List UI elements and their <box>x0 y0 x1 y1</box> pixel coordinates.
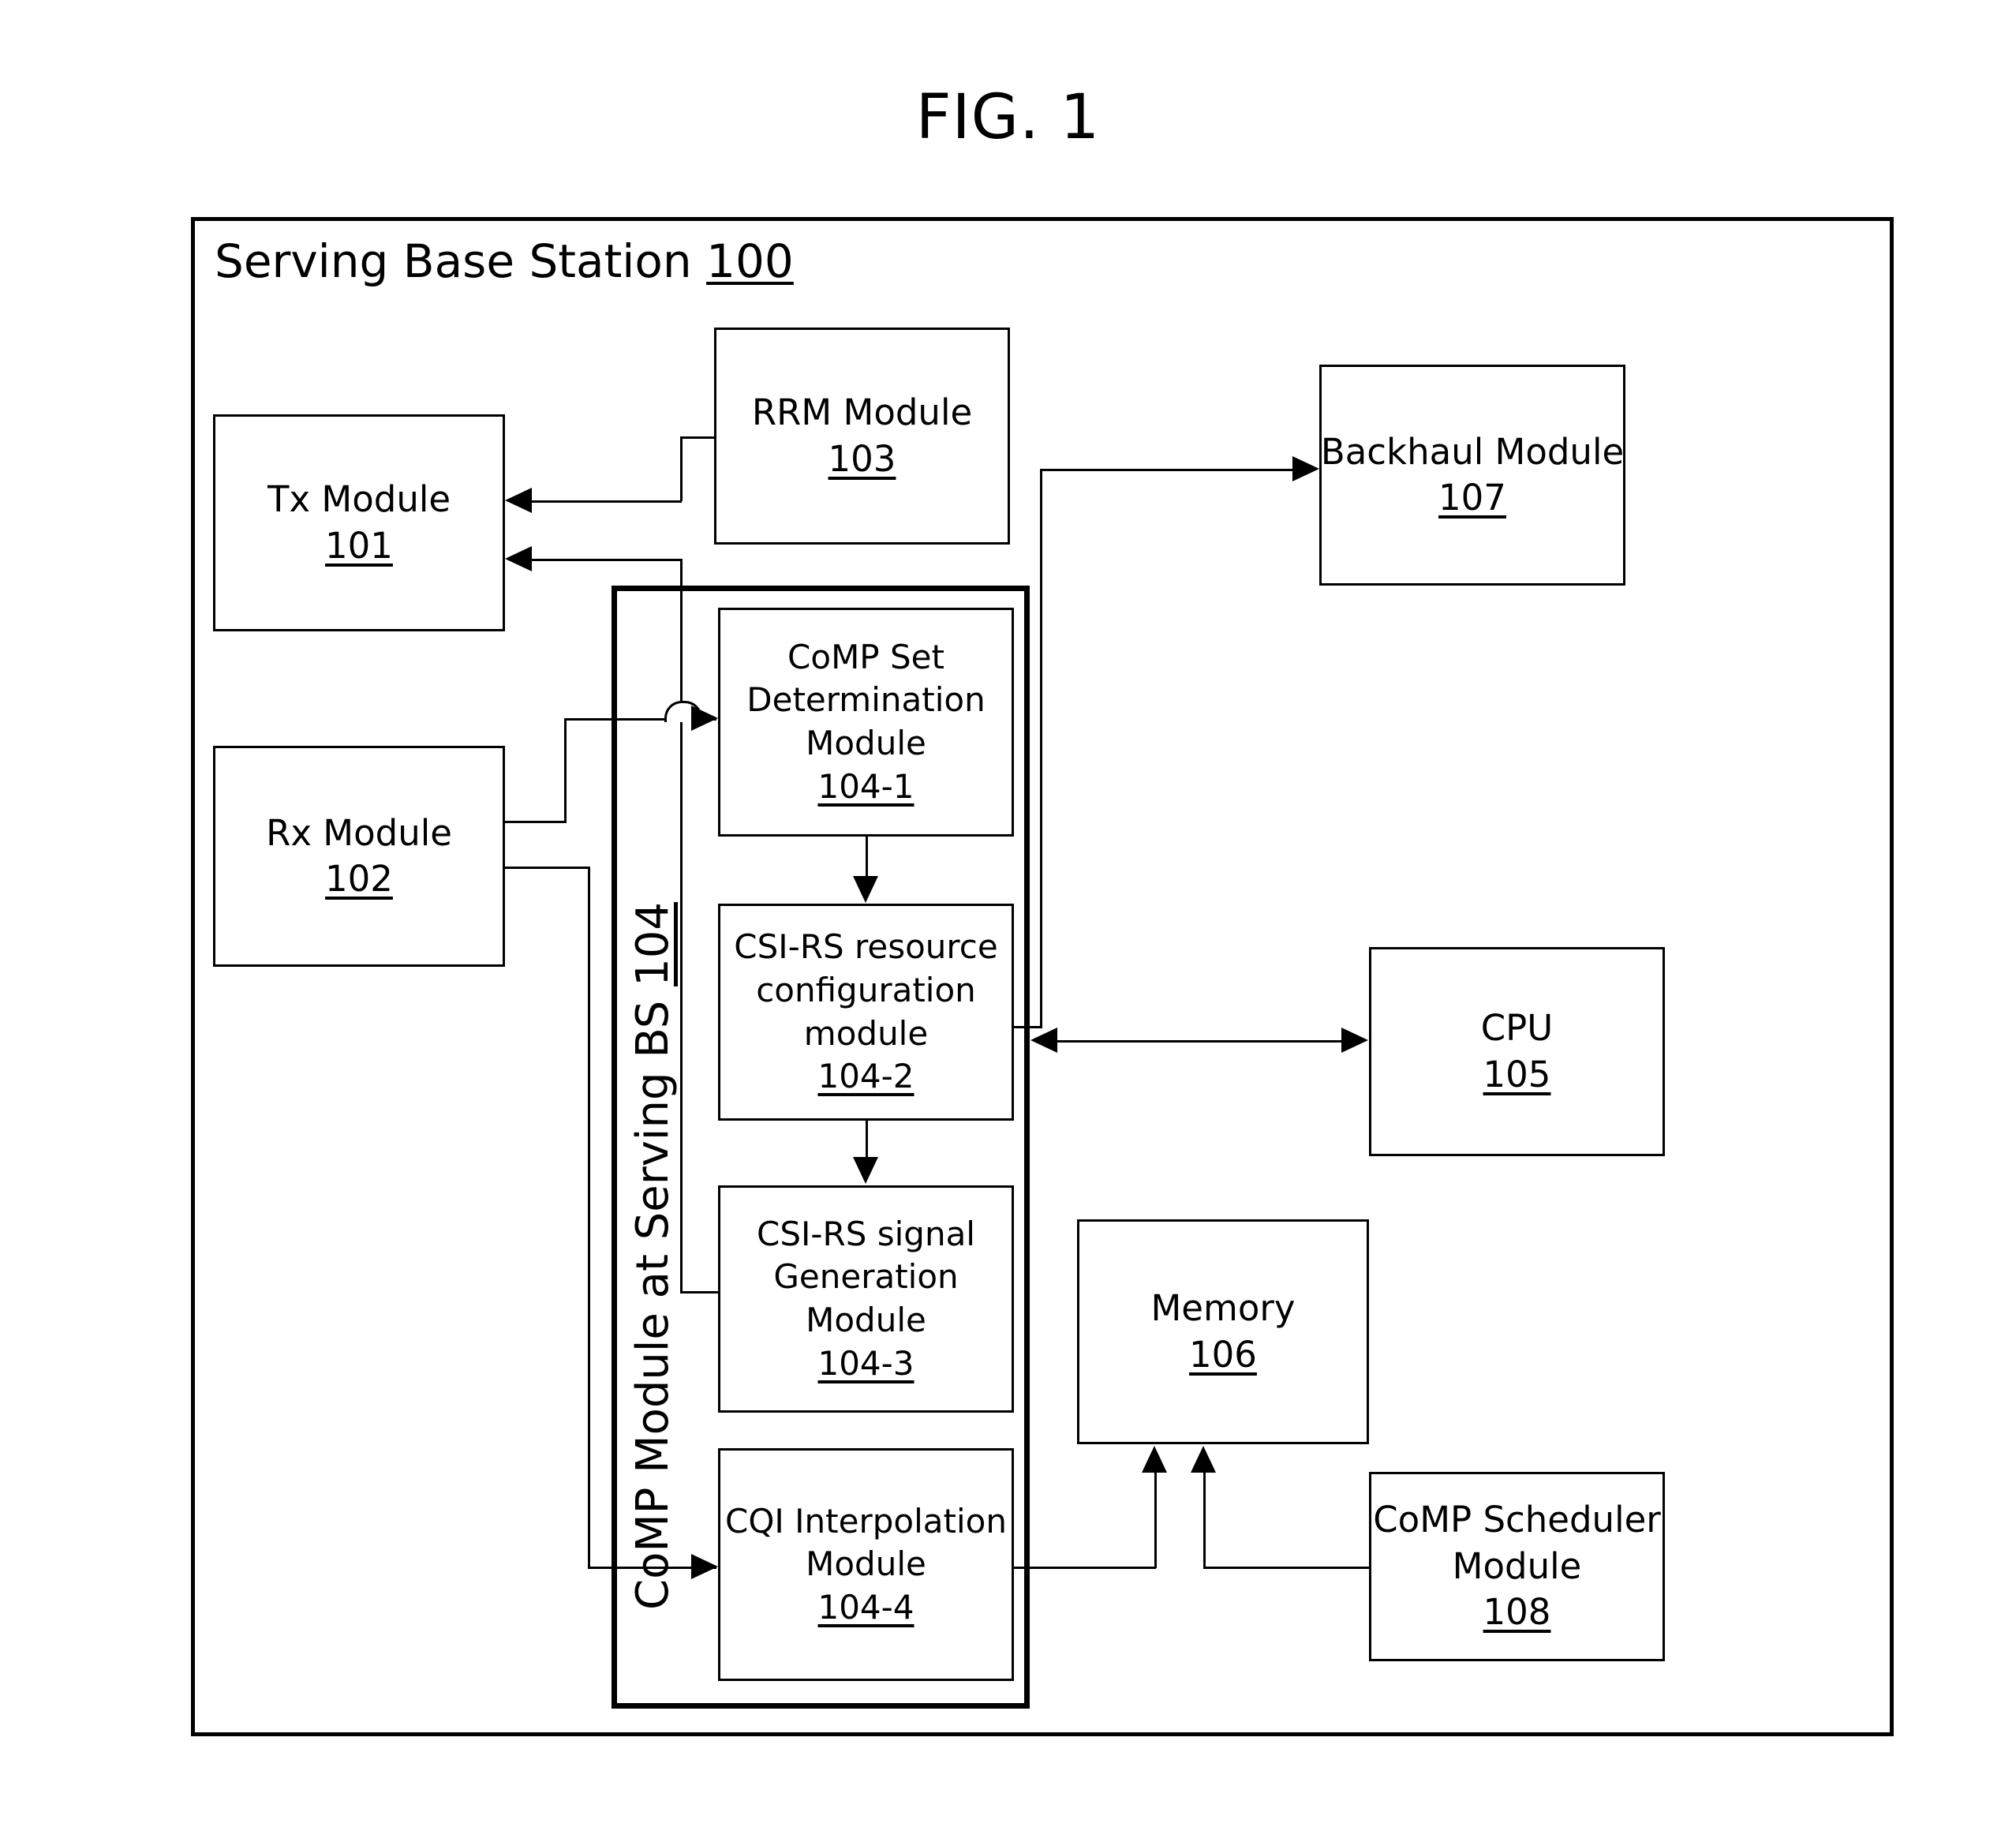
rx-module-box[interactable]: Rx Module 102 <box>213 746 505 967</box>
rx-to-comp-set-segment-h1 <box>505 821 567 823</box>
comp-set-to-csi-cfg-arrowhead <box>853 876 878 903</box>
csi-rs-signal-generation-module-box[interactable]: CSI-RS signal Generation Module 104-3 <box>718 1185 1014 1413</box>
scheduler-to-memory-arrowhead <box>1191 1446 1216 1473</box>
comp-set-to-csi-cfg-line <box>866 837 868 878</box>
comp-set-det-label-2: Determination <box>746 680 986 720</box>
figure-root: FIG. 1 Serving Base Station 100 Tx Modul… <box>0 0 2016 1842</box>
rx-module-ref: 102 <box>325 858 393 900</box>
rx-module-label: Rx Module <box>266 811 452 854</box>
csi-cfg-to-backhaul-arrowhead <box>1292 456 1319 481</box>
cqi-interp-ref: 104-4 <box>817 1587 914 1627</box>
comp-to-cpu-arrowhead-left <box>1030 1028 1057 1053</box>
sig-gen-to-tx-segment-v <box>680 559 683 1293</box>
serving-base-station-ref: 100 <box>706 234 794 288</box>
serving-base-station-label-text: Serving Base Station <box>215 234 692 288</box>
cqi-to-memory-arrowhead <box>1142 1446 1167 1473</box>
rrm-module-box[interactable]: RRM Module 103 <box>714 328 1010 545</box>
memory-ref: 106 <box>1189 1333 1257 1376</box>
csi-cfg-to-backhaul-segment-h2 <box>1040 469 1294 471</box>
comp-module-container-label-text: CoMP Module at Serving BS <box>627 1000 679 1610</box>
comp-to-cpu-arrowhead-right <box>1341 1028 1368 1053</box>
sig-gen-to-tx-segment-h2 <box>530 559 682 561</box>
memory-box[interactable]: Memory 106 <box>1077 1219 1369 1444</box>
cpu-label: CPU <box>1480 1007 1554 1049</box>
cqi-interp-label-1: CQI Interpolation <box>725 1501 1007 1541</box>
csi-cfg-to-sig-gen-line <box>866 1121 868 1159</box>
cpu-box[interactable]: CPU 105 <box>1369 947 1665 1156</box>
comp-module-container-label: CoMP Module at Serving BS 104 <box>626 679 681 1610</box>
comp-set-det-label-3: Module <box>806 724 926 762</box>
comp-scheduler-module-box[interactable]: CoMP Scheduler Module 108 <box>1369 1472 1665 1661</box>
cpu-ref: 105 <box>1483 1053 1551 1095</box>
csi-rs-res-cfg-label-2: configuration <box>756 970 976 1009</box>
comp-scheduler-label-2: Module <box>1452 1544 1582 1587</box>
csi-rs-res-cfg-label-1: CSI-RS resource <box>734 927 998 967</box>
comp-set-det-label-1: CoMP Set <box>787 637 944 676</box>
rrm-module-label: RRM Module <box>751 391 973 433</box>
cqi-interp-label-2: Module <box>806 1544 926 1584</box>
sig-gen-to-tx-arrowhead <box>505 546 532 571</box>
sig-gen-to-tx-segment-h1 <box>680 1291 720 1294</box>
figure-title: FIG. 1 <box>915 82 1101 153</box>
csi-rs-resource-configuration-module-box[interactable]: CSI-RS resource configuration module 104… <box>718 904 1014 1121</box>
tx-module-label: Tx Module <box>267 478 451 520</box>
csi-rs-sig-gen-label-3: Module <box>806 1301 926 1339</box>
rx-to-cqi-segment-h1 <box>505 867 590 869</box>
backhaul-module-ref: 107 <box>1438 477 1506 519</box>
serving-base-station-label: Serving Base Station 100 <box>215 234 794 288</box>
csi-rs-sig-gen-ref: 104-3 <box>817 1343 914 1383</box>
comp-scheduler-ref: 108 <box>1483 1591 1551 1634</box>
cqi-to-memory-segment-h <box>1014 1567 1156 1569</box>
cqi-interpolation-module-box[interactable]: CQI Interpolation Module 104-4 <box>718 1448 1014 1681</box>
tx-module-box[interactable]: Tx Module 101 <box>213 414 505 631</box>
backhaul-module-box[interactable]: Backhaul Module 107 <box>1319 365 1625 586</box>
csi-rs-sig-gen-label-1: CSI-RS signal <box>757 1214 975 1253</box>
rx-to-comp-set-segment-v <box>564 718 567 823</box>
csi-rs-res-cfg-label-3: module <box>803 1013 929 1053</box>
backhaul-module-label: Backhaul Module <box>1320 430 1625 473</box>
rrm-to-tx-arrowhead <box>505 488 532 513</box>
comp-set-determination-module-box[interactable]: CoMP Set Determination Module 104-1 <box>718 608 1014 837</box>
scheduler-to-memory-segment-v <box>1203 1473 1206 1568</box>
rrm-to-tx-segment-h1 <box>680 436 716 439</box>
comp-to-cpu-line <box>1057 1040 1343 1043</box>
comp-scheduler-label-1: CoMP Scheduler <box>1373 1499 1661 1541</box>
csi-cfg-to-backhaul-segment-v <box>1040 469 1042 1028</box>
comp-set-det-ref: 104-1 <box>817 766 914 806</box>
rrm-to-tx-segment-v <box>680 436 683 501</box>
scheduler-to-memory-segment-h <box>1203 1567 1371 1569</box>
tx-module-ref: 101 <box>325 524 393 567</box>
rrm-module-ref: 103 <box>828 437 896 480</box>
csi-rs-res-cfg-ref: 104-2 <box>817 1057 914 1096</box>
csi-rs-sig-gen-label-2: Generation <box>773 1257 959 1297</box>
memory-label: Memory <box>1150 1287 1296 1329</box>
rrm-to-tx-segment-h2 <box>530 500 682 503</box>
rx-to-cqi-arrowhead <box>691 1554 718 1579</box>
csi-cfg-to-sig-gen-arrowhead <box>853 1157 878 1184</box>
cqi-to-memory-segment-v <box>1154 1473 1157 1568</box>
rx-to-cqi-segment-v <box>588 867 590 1569</box>
rx-to-comp-set-arrowhead <box>691 706 718 731</box>
comp-module-container-ref: 104 <box>627 902 679 987</box>
